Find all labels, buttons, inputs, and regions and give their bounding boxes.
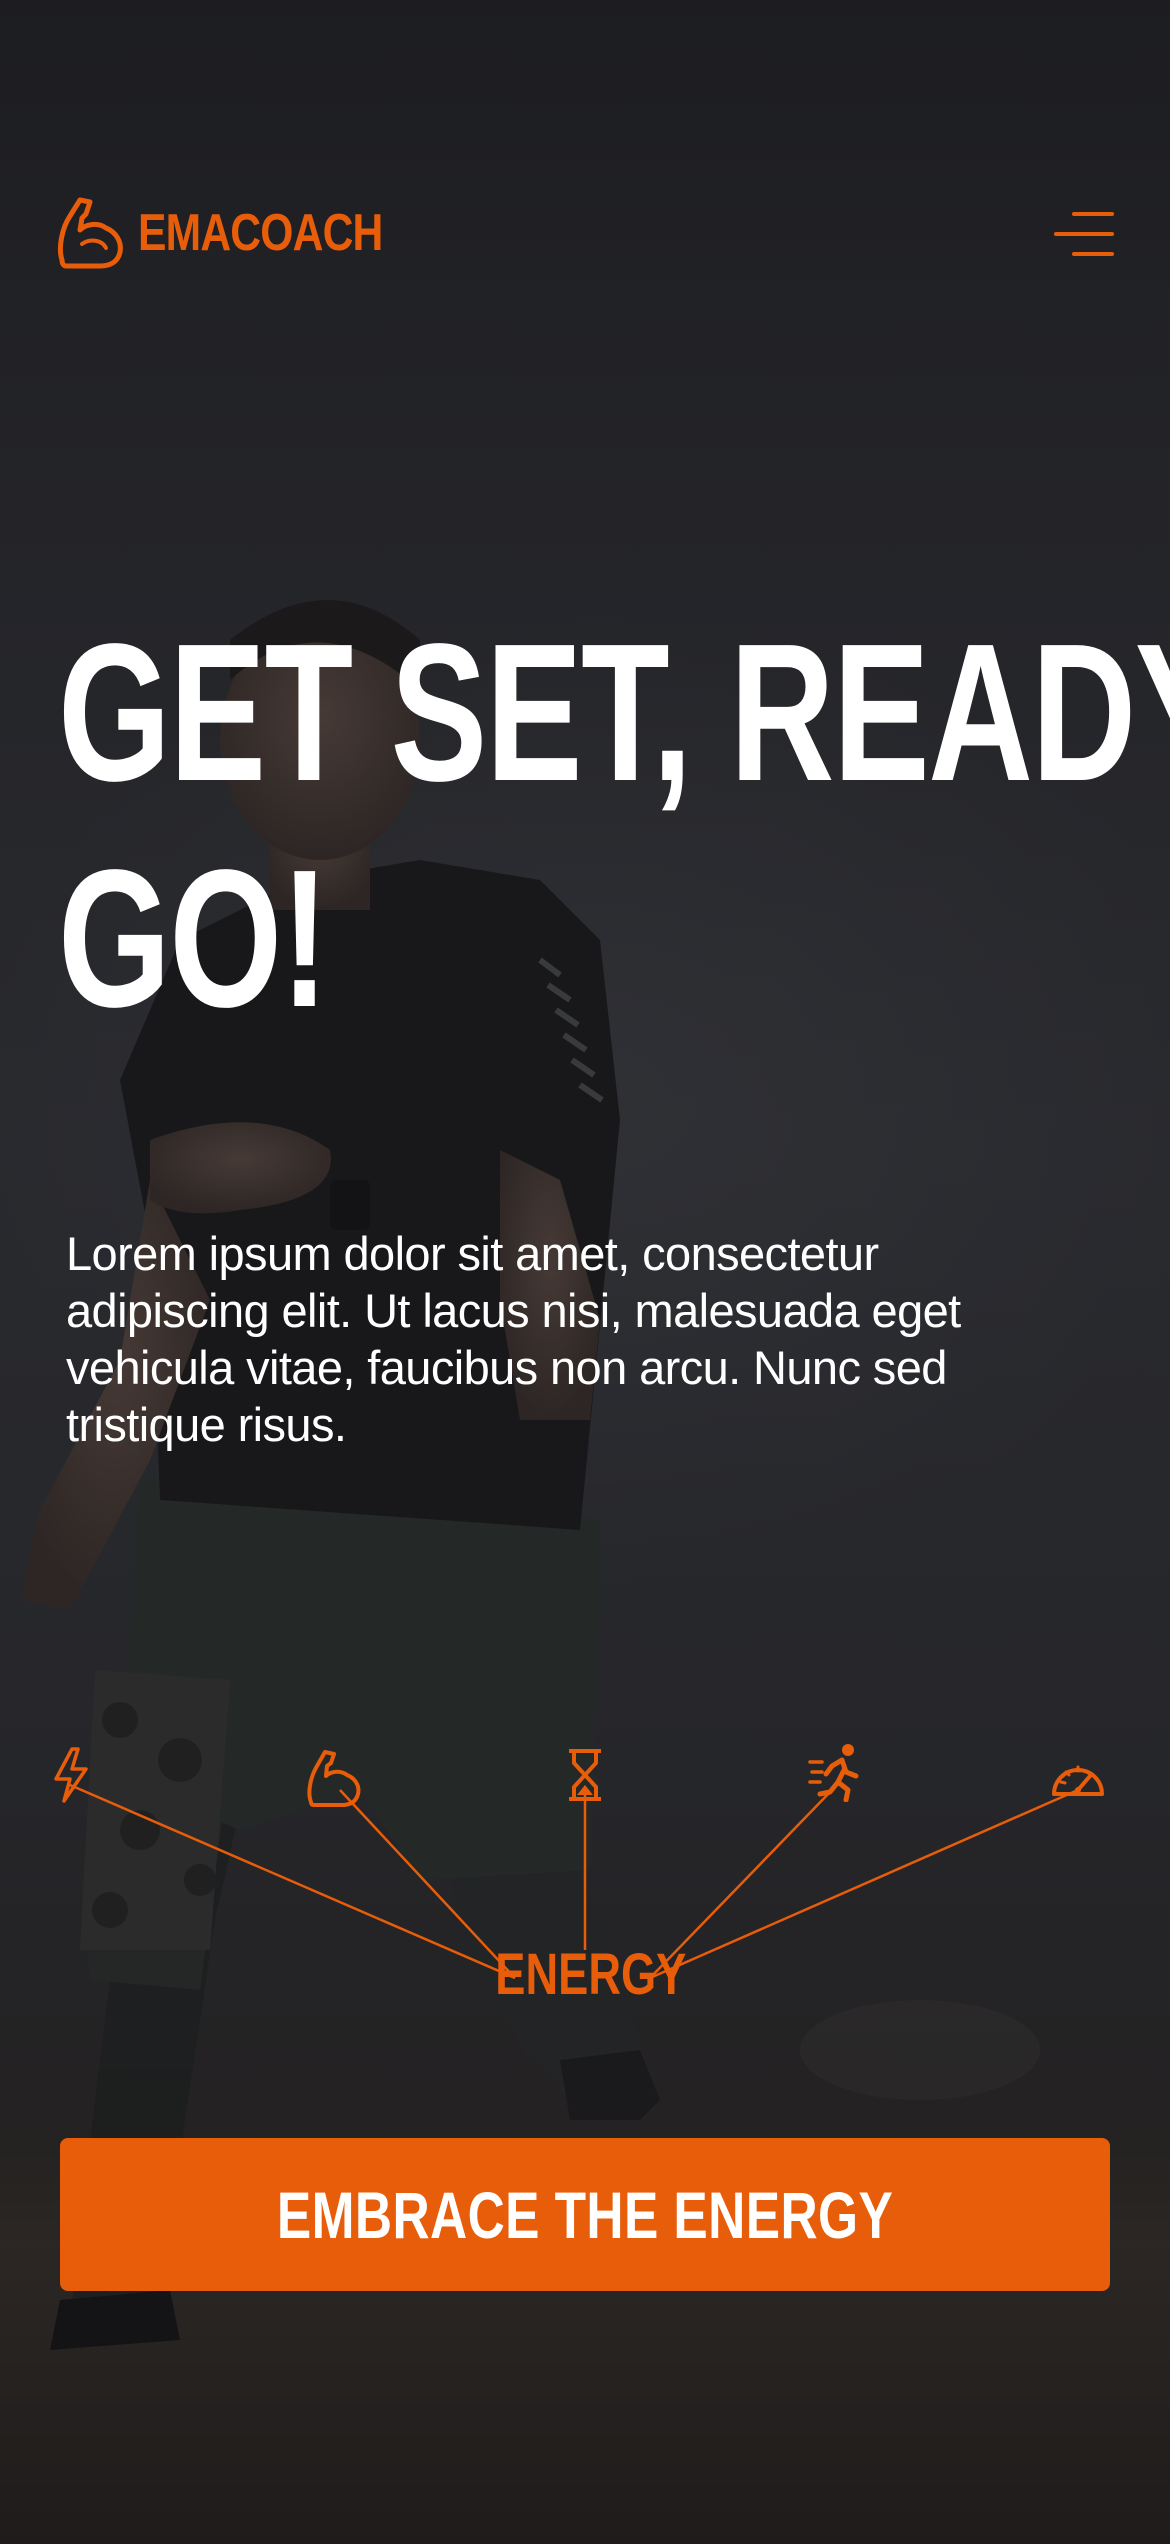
landing-page: EMACOACH GET SET, READY, GO! Lorem ipsum… bbox=[0, 0, 1170, 2544]
flexed-arm-icon bbox=[57, 197, 123, 269]
hamburger-menu-icon[interactable] bbox=[1054, 212, 1114, 256]
hero-headline: GET SET, READY, GO! bbox=[58, 600, 1170, 1052]
running-person-icon bbox=[808, 1744, 859, 1802]
brand-name: EMACOACH bbox=[138, 204, 383, 262]
connector-line bbox=[339, 1789, 516, 1979]
lightning-icon bbox=[54, 1747, 88, 1803]
brand-logo[interactable]: EMACOACH bbox=[56, 196, 436, 270]
energy-label: ENERGY bbox=[495, 1942, 687, 2007]
headline-line-1: GET SET, READY, bbox=[58, 603, 1170, 822]
hourglass-icon bbox=[569, 1749, 601, 1801]
speedometer-icon bbox=[1052, 1765, 1104, 1796]
embrace-energy-button[interactable]: EMBRACE THE ENERGY bbox=[60, 2138, 1110, 2291]
flexed-arm-icon bbox=[307, 1750, 361, 1807]
hero-description: Lorem ipsum dolor sit amet, consectetur … bbox=[66, 1227, 961, 1451]
site-header: EMACOACH bbox=[56, 196, 1114, 270]
connector-line bbox=[649, 1788, 1079, 1980]
connector-line bbox=[69, 1783, 516, 1980]
cta-label: EMBRACE THE ENERGY bbox=[276, 2177, 894, 2252]
headline-line-2: GO! bbox=[58, 829, 329, 1048]
